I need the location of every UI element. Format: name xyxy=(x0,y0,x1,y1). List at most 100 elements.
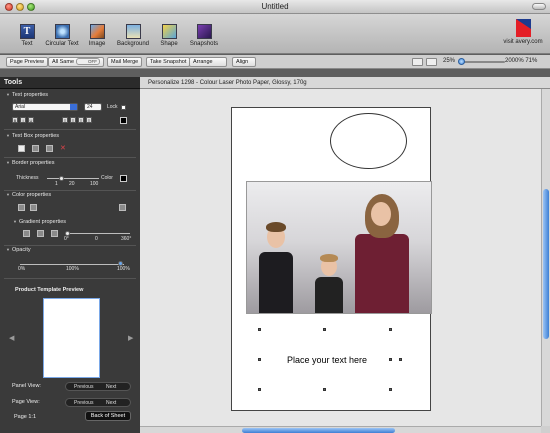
gradient-properties-header[interactable]: Gradient properties xyxy=(13,219,66,225)
gradient-tick: 0° xyxy=(64,236,69,242)
font-select[interactable]: Arial xyxy=(12,103,78,111)
fill-box-icon[interactable] xyxy=(32,145,39,152)
panel-next-button[interactable]: Next xyxy=(106,384,116,390)
page-prev-button[interactable]: Previous xyxy=(74,400,93,406)
tools-panel: Tools xyxy=(0,77,140,433)
horizontal-scrollbar[interactable] xyxy=(140,426,541,433)
panel-view-nav: Previous Next xyxy=(65,382,131,391)
divider xyxy=(4,129,136,130)
text-color-swatch[interactable] xyxy=(120,117,127,124)
mail-merge-button[interactable]: Mail Merge xyxy=(107,57,143,67)
gradient-tick: 360° xyxy=(121,236,132,242)
main-toolbar: T Text Circular Text Image Background Sh… xyxy=(0,14,550,54)
border-color-swatch[interactable] xyxy=(120,175,127,182)
image-icon xyxy=(89,24,105,39)
border-color-label: Color xyxy=(101,175,113,181)
title-bar: Untitled xyxy=(0,0,550,14)
opacity-tick: 100% xyxy=(66,266,79,272)
font-size-select[interactable]: 24 xyxy=(84,103,102,111)
align-center-button[interactable]: ≡ xyxy=(70,117,76,123)
gradient-slider[interactable] xyxy=(65,233,130,234)
custom-color-swatch[interactable] xyxy=(119,204,126,211)
justify-button[interactable]: ≡ xyxy=(86,117,92,123)
resize-handle[interactable] xyxy=(323,388,326,391)
textbox-properties-header[interactable]: Text Box properties xyxy=(6,133,59,139)
avery-logo xyxy=(515,19,531,37)
clear-icon[interactable]: ✕ xyxy=(60,144,66,152)
toolbar-toggle-button[interactable] xyxy=(532,3,546,10)
resize-handle[interactable] xyxy=(389,328,392,331)
fill-color-swatch[interactable] xyxy=(18,204,25,211)
align-menu[interactable]: Align xyxy=(232,57,256,67)
single-page-view-icon[interactable] xyxy=(412,58,423,66)
page-next-button[interactable]: Next xyxy=(106,400,116,406)
arrange-menu[interactable]: Arrange xyxy=(189,57,227,67)
lock-label: Lock xyxy=(107,104,118,110)
all-same-switch[interactable]: OFF xyxy=(76,58,101,65)
opacity-slider[interactable] xyxy=(20,264,124,265)
photo-image[interactable] xyxy=(246,181,432,314)
zoom-slider-knob[interactable] xyxy=(458,58,465,65)
zoom-min-label: 25% xyxy=(443,58,456,64)
border-box-icon[interactable] xyxy=(46,145,53,152)
thickness-tick: 1 xyxy=(55,181,58,187)
thickness-slider[interactable] xyxy=(47,178,99,179)
zoom-max-label: 2000% 71% xyxy=(505,58,538,64)
avery-link[interactable]: visit avery.com xyxy=(502,17,544,45)
lock-checkbox[interactable] xyxy=(121,105,126,110)
divider xyxy=(4,278,136,279)
bold-button[interactable]: B xyxy=(12,117,18,123)
back-of-sheet-button[interactable]: Back of Sheet xyxy=(85,411,131,421)
resize-handle[interactable] xyxy=(258,328,261,331)
gradient-linear-icon[interactable] xyxy=(23,230,30,237)
text-properties-header[interactable]: Text properties xyxy=(6,92,48,98)
thickness-tick: 20 xyxy=(69,181,75,187)
italic-button[interactable]: I xyxy=(20,117,26,123)
align-right-button[interactable]: ≡ xyxy=(78,117,84,123)
preview-prev-icon[interactable]: ◀ xyxy=(9,334,14,342)
no-fill-box-icon[interactable] xyxy=(18,145,25,152)
align-left-button[interactable]: ≡ xyxy=(62,117,68,123)
panel-prev-button[interactable]: Previous xyxy=(74,384,93,390)
opacity-header[interactable]: Opacity xyxy=(6,247,31,253)
resize-handle[interactable] xyxy=(389,358,392,361)
snapshots-tool-button[interactable]: Snapshots xyxy=(182,17,226,47)
all-same-toggle[interactable]: All Same OFF xyxy=(48,57,105,67)
oval-shape[interactable] xyxy=(330,113,407,169)
page-preview-button[interactable]: Page Preview xyxy=(6,57,48,67)
vertical-scrollbar[interactable] xyxy=(541,89,550,426)
thickness-tick: 100 xyxy=(90,181,99,187)
window-title: Untitled xyxy=(261,2,289,11)
all-same-label: All Same xyxy=(52,59,75,65)
resize-handle[interactable] xyxy=(323,328,326,331)
avery-link-label: visit avery.com xyxy=(503,39,543,45)
template-preview[interactable] xyxy=(43,298,100,378)
canvas-header: Personalize 1298 - Colour Laser Photo Pa… xyxy=(140,77,550,89)
gradient-radial-icon[interactable] xyxy=(37,230,44,237)
shape-icon xyxy=(161,24,177,39)
opacity-tick: 100% xyxy=(117,266,130,272)
color-properties-header[interactable]: Color properties xyxy=(6,192,51,198)
border-properties-header[interactable]: Border properties xyxy=(6,160,55,166)
double-page-view-icon[interactable] xyxy=(426,58,437,66)
resize-handle[interactable] xyxy=(258,388,261,391)
underline-button[interactable]: U xyxy=(28,117,34,123)
opacity-tick: 0% xyxy=(18,266,26,272)
thickness-knob[interactable] xyxy=(59,176,64,181)
gradient-tick: 0 xyxy=(95,236,98,242)
text-box[interactable]: Place your text here xyxy=(287,355,367,365)
take-snapshot-button[interactable]: Take Snapshot xyxy=(146,57,191,67)
panel-view-label: Panel View: xyxy=(12,383,41,389)
zoom-slider-track[interactable] xyxy=(460,61,505,63)
fill-color-swatch-2[interactable] xyxy=(30,204,37,211)
rotate-handle[interactable] xyxy=(399,358,402,361)
resize-handle[interactable] xyxy=(389,388,392,391)
horizontal-scroll-thumb[interactable] xyxy=(242,428,395,433)
page-view-nav: Previous Next xyxy=(65,398,131,407)
action-bar: Page Preview All Same OFF Mail Merge Take… xyxy=(0,55,550,69)
vertical-scroll-thumb[interactable] xyxy=(543,189,549,339)
preview-next-icon[interactable]: ▶ xyxy=(128,334,133,342)
snapshots-icon xyxy=(196,24,212,39)
gradient-none-icon[interactable] xyxy=(51,230,58,237)
resize-handle[interactable] xyxy=(258,358,261,361)
